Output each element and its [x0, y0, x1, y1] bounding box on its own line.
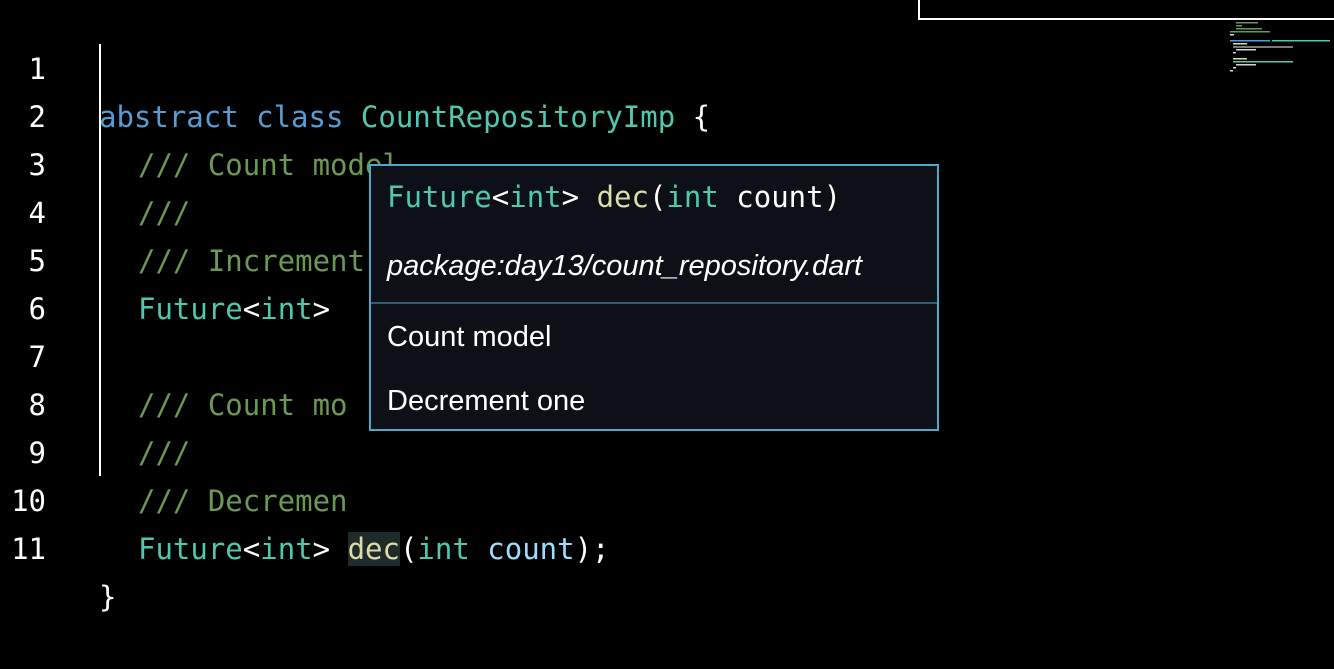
hover-signature: Future<int> dec(int count): [387, 180, 841, 214]
param-type: int: [417, 532, 470, 566]
code-line-3[interactable]: 3 ///: [0, 93, 191, 230]
code-line-1[interactable]: 1 abstract class CountRepositoryImp {: [0, 0, 711, 134]
type-int: int: [260, 292, 313, 326]
doc-comment: /// Count model: [138, 148, 400, 182]
angle-close: >: [312, 532, 331, 566]
code-line-4[interactable]: 4 /// Increment one: [0, 141, 435, 278]
code-line-6[interactable]: 6: [0, 237, 70, 326]
minimap-graphic: [1230, 22, 1330, 72]
find-widget-edge: [918, 0, 1334, 20]
hover-divider: [371, 302, 937, 304]
sig-angle-open: <: [491, 180, 510, 214]
doc-comment: /// Decremen: [138, 484, 348, 518]
sig-type: Future: [387, 180, 492, 214]
param-name: count: [487, 532, 575, 566]
angle-close: >: [312, 292, 331, 326]
code-line-11[interactable]: 11 }: [0, 477, 116, 614]
code-line-9[interactable]: 9 /// Decremen: [0, 381, 348, 518]
method-name-dec[interactable]: dec: [347, 532, 400, 566]
angle-open: <: [242, 532, 261, 566]
sig-method-name: dec: [596, 180, 649, 214]
keyword-abstract-class: abstract class: [99, 100, 344, 134]
sig-param-type: int: [666, 180, 719, 214]
sig-paren-close: ): [823, 180, 842, 214]
doc-comment: ///: [138, 436, 191, 470]
sig-paren-open: (: [648, 180, 667, 214]
hover-doc-line: Count model: [387, 321, 552, 353]
paren-close: );: [574, 532, 610, 566]
type-int: int: [260, 532, 313, 566]
code-line-7[interactable]: 7 /// Count mo: [0, 285, 348, 422]
sig-angle-close: >: [561, 180, 580, 214]
line-number: 11: [11, 532, 46, 566]
open-brace: {: [692, 100, 711, 134]
code-line-5[interactable]: 5 Future<int>: [0, 189, 331, 326]
type-future: Future: [138, 532, 243, 566]
angle-open: <: [242, 292, 261, 326]
close-brace: }: [99, 580, 117, 614]
code-line-8[interactable]: 8 ///: [0, 333, 191, 470]
code-line-2[interactable]: 2 /// Count model: [0, 45, 400, 182]
hover-package-path: package:day13/count_repository.dart: [387, 250, 863, 282]
sig-generic: int: [509, 180, 562, 214]
type-future: Future: [138, 292, 243, 326]
hover-doc-line: Decrement one: [387, 385, 586, 417]
class-name: CountRepositoryImp: [360, 100, 676, 134]
paren-open: (: [399, 532, 418, 566]
sig-param-name: count: [736, 180, 824, 214]
hover-tooltip: Future<int> dec(int count) package:day13…: [369, 164, 939, 431]
minimap[interactable]: [1228, 20, 1332, 92]
doc-comment: ///: [138, 196, 191, 230]
code-line-10[interactable]: 10 Future<int> dec(int count);: [0, 429, 610, 566]
doc-comment: /// Count mo: [138, 388, 348, 422]
